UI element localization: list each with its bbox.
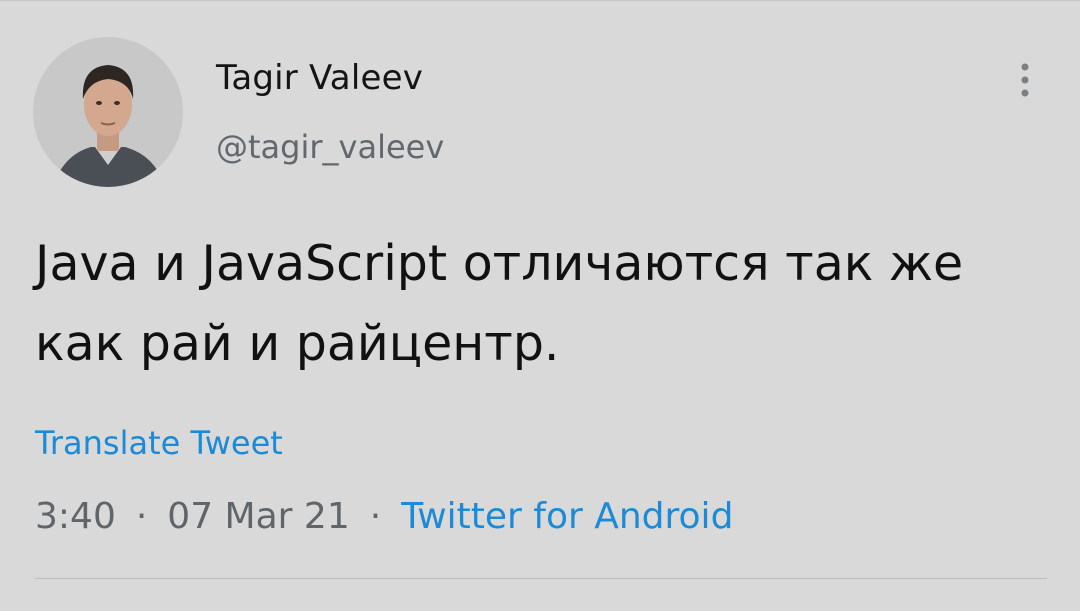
tweet-date[interactable]: 07 Mar 21 bbox=[167, 496, 349, 537]
tweet-text: Java и JavaScript отличаются так же как … bbox=[35, 235, 964, 372]
tweet-source-link[interactable]: Twitter for Android bbox=[401, 496, 733, 537]
top-divider bbox=[0, 0, 1080, 1]
display-name[interactable]: Tagir Valeev bbox=[216, 58, 423, 98]
user-handle[interactable]: @tagir_valeev bbox=[216, 128, 444, 166]
separator-dot: · bbox=[369, 496, 382, 537]
tweet-meta: 3:40 · 07 Mar 21 · Twitter for Android bbox=[35, 496, 733, 537]
tweet-time[interactable]: 3:40 bbox=[35, 496, 116, 537]
more-options-button[interactable] bbox=[1003, 55, 1047, 105]
separator-dot: · bbox=[135, 496, 148, 537]
avatar[interactable] bbox=[33, 37, 183, 187]
bottom-divider bbox=[35, 578, 1047, 579]
translate-tweet-link[interactable]: Translate Tweet bbox=[35, 424, 283, 462]
more-vertical-icon bbox=[1021, 63, 1029, 97]
